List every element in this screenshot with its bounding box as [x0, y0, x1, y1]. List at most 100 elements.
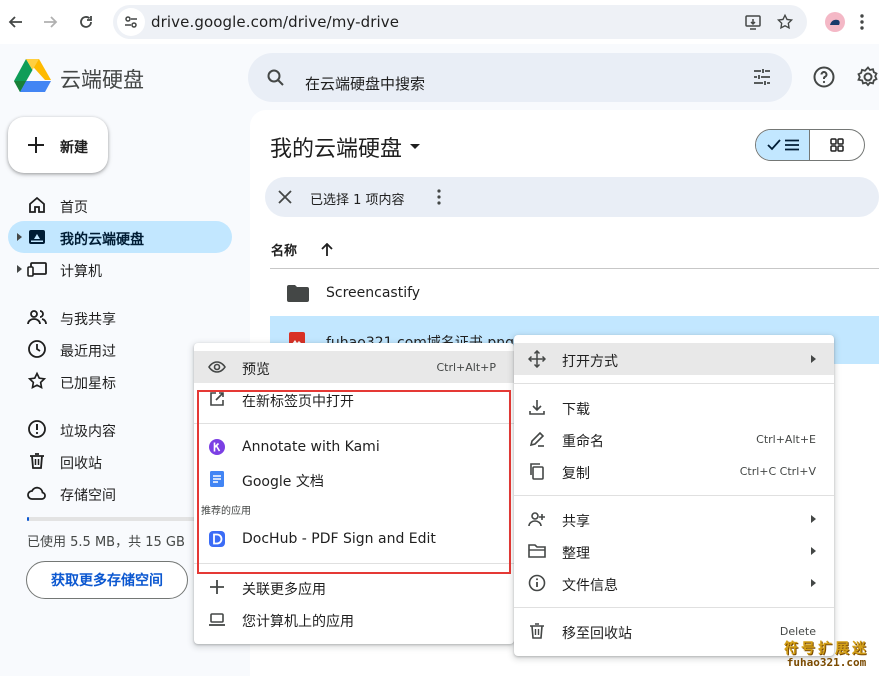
search-bar[interactable]: 在云端硬盘中搜索 — [248, 53, 792, 102]
install-app-button[interactable] — [741, 10, 765, 34]
sidebar-item-shared[interactable]: 与我共享 — [8, 301, 232, 333]
expand-arrow-icon[interactable] — [17, 265, 22, 273]
file-name: Screencastify — [326, 285, 421, 301]
laptop-icon — [209, 613, 225, 626]
sidebar-item-home[interactable]: 首页 — [8, 189, 232, 221]
menu-item-label: 共享 — [562, 514, 590, 530]
folder-open-icon — [528, 544, 546, 558]
person-add-icon — [528, 512, 545, 527]
sidebar-item-label: 存储空间 — [60, 488, 116, 504]
sidebar-item-label: 首页 — [60, 200, 88, 216]
close-icon[interactable] — [278, 190, 292, 204]
browser-menu-button[interactable] — [850, 10, 874, 34]
sidebar-item-label: 已加星标 — [60, 376, 116, 392]
app-title: 云端硬盘 — [60, 68, 144, 92]
watermark-url: fuhao321.com — [786, 656, 867, 669]
sidebar-item-label: 我的云端硬盘 — [60, 232, 144, 248]
settings-button[interactable] — [856, 65, 879, 93]
spam-icon — [28, 420, 46, 438]
sidebar-item-label: 最近用过 — [60, 344, 116, 360]
list-view-button[interactable] — [756, 130, 811, 160]
menu-item-label: 文件信息 — [562, 578, 618, 594]
new-button-label: 新建 — [60, 140, 88, 156]
trash-icon — [30, 453, 44, 469]
search-input[interactable]: 在云端硬盘中搜索 — [305, 73, 425, 94]
sidebar-item-label: 与我共享 — [60, 312, 116, 328]
pencil-icon — [529, 431, 545, 447]
storage-bar-fill — [27, 517, 30, 521]
reload-button[interactable] — [74, 10, 98, 34]
download-icon — [529, 400, 545, 415]
sidebar-item-my-drive[interactable]: 我的云端硬盘 — [8, 221, 232, 253]
menu-item-label: 打开方式 — [562, 354, 618, 370]
clock-icon — [28, 340, 46, 358]
google-drive-icon — [14, 59, 51, 92]
new-button[interactable]: 新建 — [8, 117, 108, 173]
menu-divider — [514, 495, 834, 496]
page-title-dropdown[interactable]: 我的云端硬盘 — [270, 131, 421, 163]
menu-item-label: 下载 — [562, 402, 590, 418]
menu-item-label: 复制 — [562, 466, 590, 482]
help-button[interactable] — [812, 65, 836, 93]
forward-button[interactable] — [38, 10, 62, 34]
menu-item-label: 整理 — [562, 546, 590, 562]
shortcut-text: Ctrl+Alt+E — [756, 433, 816, 446]
more-vert-icon[interactable] — [437, 189, 441, 205]
menu-item-preview[interactable]: 预览 Ctrl+Alt+P — [194, 351, 514, 383]
site-settings-button[interactable] — [117, 8, 145, 36]
back-button[interactable] — [4, 10, 28, 34]
menu-item-file-info[interactable]: 文件信息 — [514, 567, 834, 599]
sidebar-item-label: 回收站 — [60, 456, 102, 472]
menu-item-copy[interactable]: 复制 Ctrl+C Ctrl+V — [514, 455, 834, 487]
submenu-arrow-icon — [811, 579, 816, 587]
selection-count: 已选择 1 项内容 — [310, 193, 405, 208]
expand-arrow-icon[interactable] — [17, 233, 22, 241]
menu-item-connect-apps[interactable]: 关联更多应用 — [194, 571, 514, 603]
reload-icon — [80, 16, 92, 28]
view-toggle — [755, 129, 865, 161]
arrow-left-icon — [8, 16, 22, 28]
browser-toolbar: drive.google.com/drive/my-drive — [0, 0, 879, 44]
context-menu: 打开方式 下载 重命名 Ctrl+Alt+E 复制 Ctrl+C Ctrl+V … — [514, 335, 834, 656]
menu-item-label: 移至回收站 — [562, 626, 632, 642]
shortcut-text: Ctrl+C Ctrl+V — [739, 465, 816, 478]
menu-item-open-with[interactable]: 打开方式 — [514, 343, 834, 375]
info-icon — [528, 574, 546, 592]
computer-icon — [27, 262, 47, 277]
menu-item-rename[interactable]: 重命名 Ctrl+Alt+E — [514, 423, 834, 455]
page-title: 我的云端硬盘 — [270, 137, 403, 162]
more-vert-icon — [860, 14, 864, 30]
submenu-arrow-icon — [811, 515, 816, 523]
avatar-icon — [825, 12, 845, 32]
menu-item-organize[interactable]: 整理 — [514, 535, 834, 567]
help-icon — [813, 66, 835, 88]
search-options-icon[interactable] — [752, 67, 772, 87]
menu-item-share[interactable]: 共享 — [514, 503, 834, 535]
install-icon — [745, 15, 761, 30]
arrow-right-icon — [44, 16, 58, 28]
menu-item-computer-apps[interactable]: 您计算机上的应用 — [194, 603, 514, 635]
menu-divider — [514, 607, 834, 608]
profile-avatar[interactable] — [823, 10, 847, 34]
grid-icon — [830, 138, 844, 152]
address-bar[interactable]: drive.google.com/drive/my-drive — [113, 5, 807, 39]
dropdown-arrow-icon — [410, 144, 421, 149]
menu-item-download[interactable]: 下载 — [514, 391, 834, 423]
submenu-arrow-icon — [811, 547, 816, 555]
sidebar-item-computers[interactable]: 计算机 — [8, 253, 232, 285]
check-icon — [766, 139, 781, 151]
selection-bar: 已选择 1 项内容 — [265, 177, 879, 217]
column-label: 名称 — [271, 244, 298, 259]
sidebar-item-label: 垃圾内容 — [60, 424, 116, 440]
grid-view-button[interactable] — [810, 130, 864, 160]
bookmark-button[interactable] — [773, 10, 797, 34]
name-column-header[interactable]: 名称 — [271, 240, 333, 259]
shortcut-text: Ctrl+Alt+P — [436, 361, 496, 374]
drive-logo[interactable] — [14, 59, 51, 96]
arrow-up-icon[interactable] — [321, 242, 333, 257]
tune-icon — [125, 16, 137, 28]
menu-item-label: 重命名 — [562, 434, 604, 450]
storage-text: 已使用 5.5 MB，共 15 GB — [27, 535, 185, 550]
get-more-storage-button[interactable]: 获取更多存储空间 — [26, 561, 188, 599]
copy-icon — [530, 463, 544, 480]
